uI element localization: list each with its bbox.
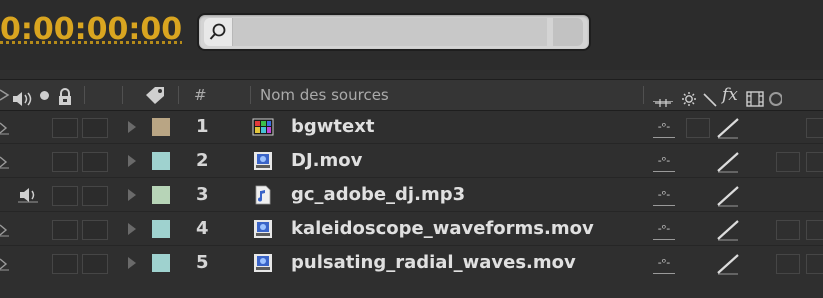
lock-switch[interactable] bbox=[82, 152, 108, 172]
frame-blending-switch[interactable] bbox=[776, 254, 800, 274]
label-color-swatch[interactable] bbox=[152, 118, 170, 136]
video-eye-icon[interactable] bbox=[0, 155, 10, 173]
footage-icon bbox=[252, 218, 274, 240]
solo-switch[interactable] bbox=[52, 118, 78, 138]
layer-row[interactable]: 4 kaleidoscope_waveforms.mov -ᵒ- bbox=[0, 213, 823, 246]
audio-file-icon bbox=[252, 184, 274, 206]
solo-switch[interactable] bbox=[52, 186, 78, 206]
label-color-swatch[interactable] bbox=[152, 186, 170, 204]
composition-icon bbox=[252, 116, 274, 138]
expand-triangle-icon[interactable] bbox=[128, 257, 136, 269]
column-divider bbox=[643, 86, 644, 104]
lock-switch[interactable] bbox=[82, 254, 108, 274]
expand-triangle-icon[interactable] bbox=[128, 189, 136, 201]
footage-icon bbox=[252, 252, 274, 274]
search-field-end bbox=[553, 18, 583, 46]
layer-number-header: # bbox=[194, 86, 207, 104]
source-name-header[interactable]: Nom des sources bbox=[260, 80, 389, 110]
frame-blending-header-icon[interactable] bbox=[746, 87, 764, 107]
quality-switch-icon[interactable] bbox=[716, 253, 740, 275]
collapse-switch[interactable] bbox=[686, 118, 710, 138]
layer-source-name[interactable]: pulsating_radial_waves.mov bbox=[291, 247, 576, 279]
layer-row[interactable]: 3 gc_adobe_dj.mp3 -ᵒ- bbox=[0, 179, 823, 212]
layer-row[interactable]: 5 pulsating_radial_waves.mov -ᵒ- bbox=[0, 247, 823, 280]
label-color-swatch[interactable] bbox=[152, 152, 170, 170]
layer-source-name[interactable]: bgwtext bbox=[291, 111, 374, 143]
layer-number: 2 bbox=[196, 150, 209, 171]
shy-header-icon[interactable] bbox=[653, 89, 673, 107]
layer-source-name[interactable]: kaleidoscope_waveforms.mov bbox=[291, 213, 594, 245]
layer-search-box[interactable] bbox=[197, 13, 591, 51]
video-eye-icon[interactable] bbox=[0, 121, 10, 139]
collapse-transform-header-icon[interactable] bbox=[680, 87, 698, 106]
shy-switch[interactable]: -ᵒ- bbox=[653, 219, 675, 240]
solo-header-icon[interactable] bbox=[40, 91, 49, 100]
layer-source-name[interactable]: DJ.mov bbox=[291, 145, 362, 177]
layer-number: 1 bbox=[196, 116, 209, 137]
shy-switch[interactable]: -ᵒ- bbox=[653, 185, 675, 206]
shy-switch[interactable]: -ᵒ- bbox=[653, 117, 675, 138]
motion-blur-switch[interactable] bbox=[806, 220, 823, 240]
layer-column-header: # Nom des sources fx bbox=[0, 79, 823, 111]
motion-blur-switch[interactable] bbox=[806, 118, 823, 138]
column-divider bbox=[122, 86, 123, 104]
layer-number: 5 bbox=[196, 252, 209, 273]
layer-row[interactable]: 2 DJ.mov -ᵒ- bbox=[0, 145, 823, 178]
quality-header-icon[interactable] bbox=[702, 88, 718, 107]
quality-switch-icon[interactable] bbox=[716, 151, 740, 173]
shy-switch[interactable]: -ᵒ- bbox=[653, 151, 675, 172]
frame-blending-switch[interactable] bbox=[776, 152, 800, 172]
column-divider bbox=[250, 86, 251, 104]
label-color-swatch[interactable] bbox=[152, 254, 170, 272]
layer-number: 3 bbox=[196, 184, 209, 205]
motion-blur-switch[interactable] bbox=[806, 254, 823, 274]
search-input[interactable] bbox=[233, 18, 547, 46]
label-tag-header-icon[interactable] bbox=[144, 85, 168, 105]
audio-speaker-icon[interactable] bbox=[16, 187, 40, 207]
frame-blending-switch[interactable] bbox=[776, 220, 800, 240]
expand-triangle-icon[interactable] bbox=[128, 155, 136, 167]
label-color-swatch[interactable] bbox=[152, 220, 170, 238]
lock-switch[interactable] bbox=[82, 186, 108, 206]
lock-switch[interactable] bbox=[82, 220, 108, 240]
search-icon[interactable] bbox=[204, 18, 233, 46]
lock-switch[interactable] bbox=[82, 118, 108, 138]
timeline-empty-area[interactable] bbox=[0, 279, 823, 298]
effects-header-icon[interactable]: fx bbox=[722, 80, 738, 110]
layer-source-name[interactable]: gc_adobe_dj.mp3 bbox=[291, 179, 465, 211]
layer-number: 4 bbox=[196, 218, 209, 239]
column-divider bbox=[178, 86, 179, 104]
lock-header-icon[interactable] bbox=[58, 86, 72, 105]
timeline-top-bar: 0:00:00:00 bbox=[0, 0, 823, 70]
footage-icon bbox=[252, 150, 274, 172]
solo-switch[interactable] bbox=[52, 220, 78, 240]
column-divider bbox=[84, 86, 85, 104]
solo-switch[interactable] bbox=[52, 152, 78, 172]
shy-switch[interactable]: -ᵒ- bbox=[653, 253, 675, 274]
motion-blur-header-icon[interactable] bbox=[768, 87, 783, 106]
quality-switch-icon[interactable] bbox=[716, 117, 740, 139]
motion-blur-switch[interactable] bbox=[806, 152, 823, 172]
current-time-display[interactable]: 0:00:00:00 bbox=[0, 10, 182, 50]
layer-row[interactable]: 1 bgwtext -ᵒ- bbox=[0, 111, 823, 144]
expand-triangle-icon[interactable] bbox=[128, 223, 136, 235]
audio-header-icon[interactable] bbox=[12, 87, 34, 106]
quality-switch-icon[interactable] bbox=[716, 219, 740, 241]
quality-switch-icon[interactable] bbox=[716, 185, 740, 207]
video-visibility-header-icon[interactable] bbox=[0, 80, 12, 110]
expand-triangle-icon[interactable] bbox=[128, 121, 136, 133]
video-eye-icon[interactable] bbox=[0, 223, 10, 241]
solo-switch[interactable] bbox=[52, 254, 78, 274]
video-eye-icon[interactable] bbox=[0, 257, 10, 275]
